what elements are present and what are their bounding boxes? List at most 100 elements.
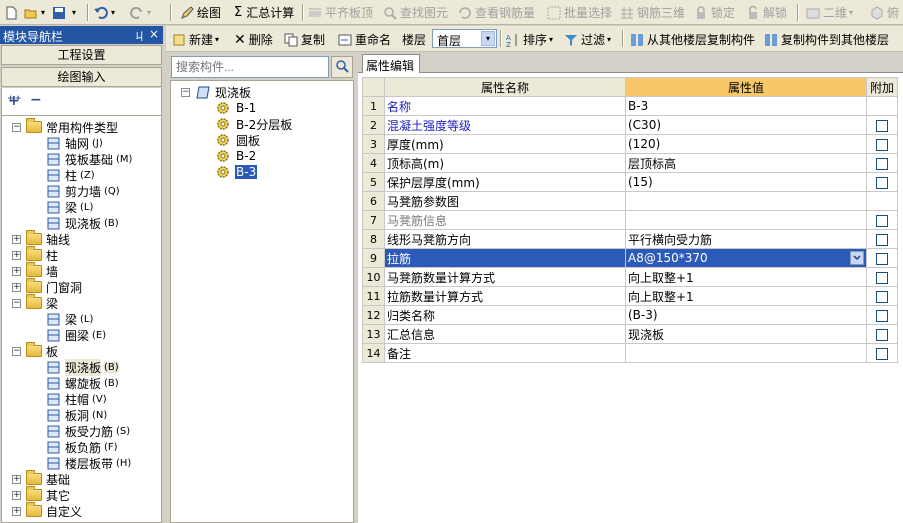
redo-button[interactable]: ▾ [130,3,151,22]
property-value[interactable] [625,343,867,363]
nav-item[interactable]: 柱 (Z) [46,167,95,183]
nav-item[interactable]: 现浇板 (B) [46,215,119,231]
nav-item[interactable]: 板负筋 (F) [46,439,118,455]
property-row[interactable]: 12 归类名称 (B-3) [362,305,898,325]
component-item[interactable]: 圆板 [216,132,261,148]
open-file-button[interactable]: ▾ [24,3,45,22]
property-value[interactable]: (C30) [625,115,867,135]
nav-folder[interactable]: 基础 [26,470,70,487]
project-settings-button[interactable]: 工程设置 [1,45,162,65]
lock-button[interactable]: 锁定 [694,3,735,22]
property-value[interactable] [625,210,867,230]
nav-folder[interactable]: 自定义 [26,502,82,519]
nav-item[interactable]: 螺旋板 (B) [46,375,119,391]
component-item[interactable]: B-2 [216,148,257,164]
component-search-input[interactable] [171,56,329,78]
extra-checkbox[interactable] [876,347,888,360]
draw-button[interactable]: 绘图 [180,3,221,22]
property-row[interactable]: 1 名称 B-3 [362,96,898,116]
extra-checkbox[interactable] [876,214,888,227]
expand-toggle-icon[interactable]: + [12,283,21,292]
dropdown-arrow-icon[interactable]: ▾ [72,3,76,22]
nav-folder[interactable]: 墙 [26,262,58,279]
extra-checkbox[interactable] [876,328,888,341]
search-button[interactable] [331,56,353,78]
extra-checkbox[interactable] [876,309,888,322]
new-component-button[interactable]: 新建 ▾ [172,30,219,49]
collapse-toggle-icon[interactable]: − [12,123,21,132]
tab-property-edit[interactable]: 属性编辑 [362,54,420,73]
nav-item[interactable]: 圈梁 (E) [46,327,106,343]
property-value[interactable]: (15) [625,172,867,192]
expand-toggle-icon[interactable]: + [12,475,21,484]
copy-to-floor-button[interactable]: 复制构件到其他楼层 [764,30,889,49]
nav-item[interactable]: 楼层板带 (H) [46,455,131,471]
property-value[interactable]: (120) [625,134,867,154]
nav-item[interactable]: 板洞 (N) [46,407,107,423]
component-tree-root[interactable]: 现浇板 [196,84,251,100]
expand-toggle-icon[interactable]: + [12,491,21,500]
nav-item[interactable]: 梁 (L) [46,311,93,327]
property-row[interactable]: 6 马凳筋参数图 [362,191,898,211]
property-value[interactable]: 向上取整+1 [625,267,867,287]
extra-checkbox[interactable] [876,252,888,265]
nav-folder[interactable]: 门窗洞 [26,278,82,295]
extra-checkbox[interactable] [876,271,888,284]
nav-item[interactable]: 现浇板 (B) [46,358,119,376]
view-top-button[interactable]: 俯 [870,3,899,22]
copy-from-floor-button[interactable]: 从其他楼层复制构件 [630,30,755,49]
sum-calc-button[interactable]: Σ 汇总计算 [234,3,294,22]
nav-folder[interactable]: 常用构件类型 [26,118,118,135]
property-row[interactable]: 3 厚度(mm) (120) [362,134,898,154]
extra-checkbox[interactable] [876,119,888,132]
collapse-toggle-icon[interactable]: − [12,299,21,308]
property-row[interactable]: 13 汇总信息 现浇板 [362,324,898,344]
chevron-down-icon[interactable]: ▾ [481,31,495,46]
property-value[interactable]: 平行横向受力筋 [625,229,867,249]
extra-checkbox[interactable] [876,138,888,151]
property-value[interactable]: A8@150*370 [625,248,867,268]
collapse-toggle-icon[interactable]: − [181,88,190,97]
delete-component-button[interactable]: ✕ 删除 [234,30,273,49]
unlock-button[interactable]: 解锁 [746,3,787,22]
nav-folder[interactable]: 轴线 [26,230,70,247]
rebar-3d-button[interactable]: 钢筋三维 [620,3,685,22]
property-row[interactable]: 7 马凳筋信息 [362,210,898,230]
save-button[interactable] [52,3,69,22]
nav-folder[interactable]: 梁 [26,294,58,311]
property-value[interactable]: 向上取整+1 [625,286,867,306]
floor-select[interactable]: 首层 ▾ [432,29,497,48]
close-icon[interactable]: × [149,27,159,41]
nav-item[interactable]: 板受力筋 (S) [46,423,130,439]
nav-folder[interactable]: 板 [26,342,58,359]
property-row[interactable]: 11 拉筋数量计算方式 向上取整+1 [362,286,898,306]
chevron-down-icon[interactable] [850,251,864,265]
nav-item[interactable]: 柱帽 (V) [46,391,107,407]
nav-item[interactable]: 剪力墙 (Q) [46,183,120,199]
property-value[interactable]: 层顶标高 [625,153,867,173]
component-item[interactable]: B-2分层板 [216,116,293,132]
property-row[interactable]: 10 马凳筋数量计算方式 向上取整+1 [362,267,898,287]
property-value[interactable]: 现浇板 [625,324,867,344]
nav-item[interactable]: 轴网 (J) [46,135,103,151]
property-value[interactable]: B-3 [625,96,867,116]
expand-toggle-icon[interactable]: + [12,507,21,516]
property-row[interactable]: 14 备注 [362,343,898,363]
expand-toggle-icon[interactable]: + [12,235,21,244]
expand-toggle-icon[interactable]: + [12,267,21,276]
extra-checkbox[interactable] [876,157,888,170]
drawing-input-button[interactable]: 绘图输入 [1,67,162,87]
nav-folder[interactable]: 其它 [26,486,70,503]
property-row[interactable]: 2 混凝土强度等级 (C30) [362,115,898,135]
panel-splitter[interactable] [163,26,166,523]
extra-checkbox[interactable] [876,233,888,246]
collapse-toggle-icon[interactable]: − [12,347,21,356]
extra-checkbox[interactable] [876,290,888,303]
component-item[interactable]: B-3 [216,164,258,180]
find-element-button[interactable]: 查找图元 [383,3,448,22]
nav-folder[interactable]: 柱 [26,246,58,263]
property-value[interactable] [625,191,867,211]
property-value[interactable]: (B-3) [625,305,867,325]
nav-item[interactable]: 梁 (L) [46,199,93,215]
new-file-button[interactable] [4,3,21,22]
